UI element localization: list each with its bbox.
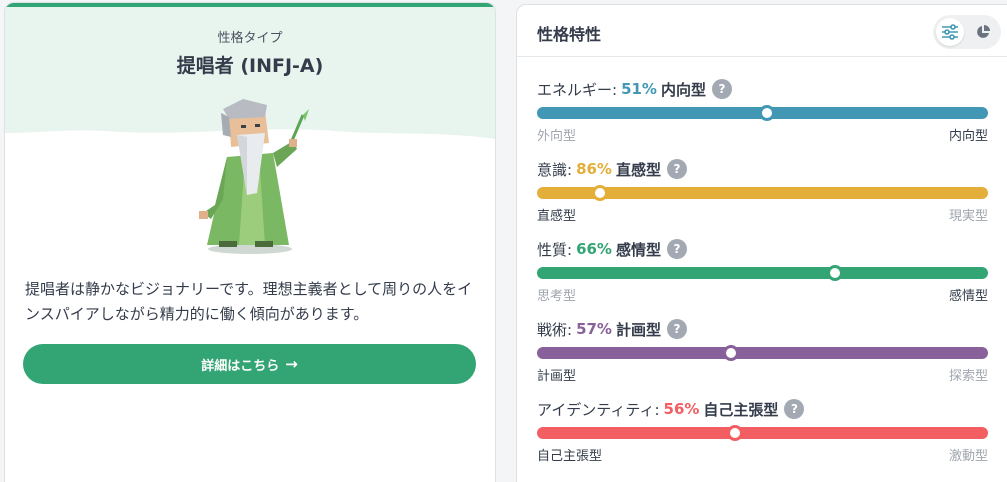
learn-more-button[interactable]: 詳細はこちら → xyxy=(23,344,476,384)
trait-row-tactics: 戦術: 57% 計画型 ? 計画型 探索型 xyxy=(537,317,988,387)
trait-left-pole: 思考型 xyxy=(537,289,577,304)
type-title: 提唱者 (INFJ-A) xyxy=(176,55,324,77)
trait-percent: 51% xyxy=(621,80,657,98)
help-icon[interactable]: ? xyxy=(784,399,805,419)
view-toggle xyxy=(933,15,1001,49)
trait-left-pole: 外向型 xyxy=(537,129,577,144)
trait-right-pole: 感情型 xyxy=(948,289,988,304)
sliders-icon xyxy=(942,24,958,40)
trait-name: アイデンティティ: xyxy=(537,400,660,419)
personality-type-card: 性格タイプ 提唱者 (INFJ-A) 提唱者は静かなビジョナリーです。理想主義者… xyxy=(4,2,496,482)
trait-bar xyxy=(537,347,988,359)
help-icon[interactable]: ? xyxy=(666,159,687,179)
trait-knob xyxy=(759,105,775,121)
pie-view-button[interactable] xyxy=(969,18,997,46)
trait-row-mind: 意識: 86% 直感型 ? 直感型 現実型 xyxy=(537,157,988,227)
trait-right-pole: 探索型 xyxy=(948,369,988,384)
card-accent-bar xyxy=(5,3,495,7)
trait-label: アイデンティティ: 56% 自己主張型 ? xyxy=(537,397,805,421)
trait-right-pole: 現実型 xyxy=(948,209,988,224)
personality-traits-card: 性格特性 エネルギー: 51% 内向型 ? 外向型 内向型 意識: 86% 直感… xyxy=(516,4,1007,482)
advocate-character-illustration xyxy=(199,99,309,254)
trait-name: 性質: xyxy=(537,240,573,259)
trait-dominant: 感情型 xyxy=(615,240,661,259)
type-description: 提唱者は静かなビジョナリーです。理想主義者として周りの人をインスパイアしながら精… xyxy=(25,280,473,323)
trait-row-energy: エネルギー: 51% 内向型 ? 外向型 内向型 xyxy=(537,77,988,147)
trait-percent: 86% xyxy=(576,160,612,178)
help-icon[interactable]: ? xyxy=(666,319,687,339)
trait-name: エネルギー: xyxy=(537,80,618,99)
sliders-view-button[interactable] xyxy=(936,18,964,46)
trait-dominant: 計画型 xyxy=(615,320,661,339)
arrow-right-icon: → xyxy=(285,355,298,373)
help-icon[interactable]: ? xyxy=(711,79,732,99)
traits-title: 性格特性 xyxy=(537,25,602,44)
trait-row-nature: 性質: 66% 感情型 ? 思考型 感情型 xyxy=(537,237,988,307)
trait-left-pole: 計画型 xyxy=(537,369,577,384)
trait-percent: 57% xyxy=(576,320,612,338)
trait-right-pole: 内向型 xyxy=(948,129,988,144)
trait-knob xyxy=(592,185,609,201)
trait-right-pole: 激動型 xyxy=(948,449,988,464)
trait-dominant: 内向型 xyxy=(660,80,706,99)
trait-dominant: 自己主張型 xyxy=(703,400,779,419)
trait-label: 戦術: 57% 計画型 ? xyxy=(537,317,687,341)
type-caption: 性格タイプ xyxy=(217,31,283,46)
trait-label: エネルギー: 51% 内向型 ? xyxy=(537,77,732,101)
learn-more-label: 詳細はこちら xyxy=(201,358,280,374)
trait-bar xyxy=(537,267,988,279)
trait-name: 戦術: xyxy=(537,320,573,339)
trait-name: 意識: xyxy=(537,160,573,179)
trait-knob xyxy=(722,345,739,361)
trait-row-identity: アイデンティティ: 56% 自己主張型 ? 自己主張型 激動型 xyxy=(537,397,988,467)
pie-chart-icon xyxy=(977,25,990,38)
trait-bar xyxy=(537,427,988,439)
trait-knob xyxy=(826,265,843,281)
trait-percent: 66% xyxy=(576,240,612,258)
help-icon[interactable]: ? xyxy=(666,239,687,259)
trait-left-pole: 直感型 xyxy=(537,209,577,224)
trait-label: 性質: 66% 感情型 ? xyxy=(537,237,687,261)
trait-left-pole: 自己主張型 xyxy=(537,449,603,464)
trait-percent: 56% xyxy=(663,400,700,418)
trait-label: 意識: 86% 直感型 ? xyxy=(537,157,687,181)
traits-header: 性格特性 xyxy=(517,5,1007,57)
trait-dominant: 直感型 xyxy=(615,160,661,179)
